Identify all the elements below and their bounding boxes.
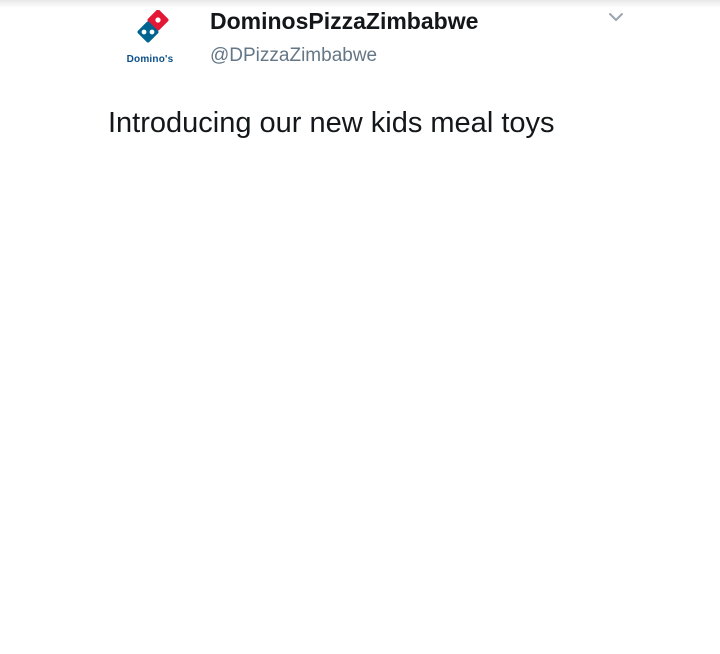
avatar[interactable]: Domino's: [114, 10, 186, 72]
dominos-logo-icon: [137, 10, 169, 43]
avatar-brand-text: Domino's: [126, 54, 174, 65]
author-display-name[interactable]: DominosPizzaZimbabwe: [210, 8, 478, 35]
chevron-down-icon: [609, 13, 623, 21]
tweet-card: Domino's DominosPizzaZimbabwe @DPizzaZim…: [0, 0, 720, 654]
tweet-text: Introducing our new kids meal toys: [108, 107, 555, 139]
author-handle[interactable]: @DPizzaZimbabwe: [210, 45, 377, 67]
tweet-menu-button[interactable]: [607, 10, 625, 24]
